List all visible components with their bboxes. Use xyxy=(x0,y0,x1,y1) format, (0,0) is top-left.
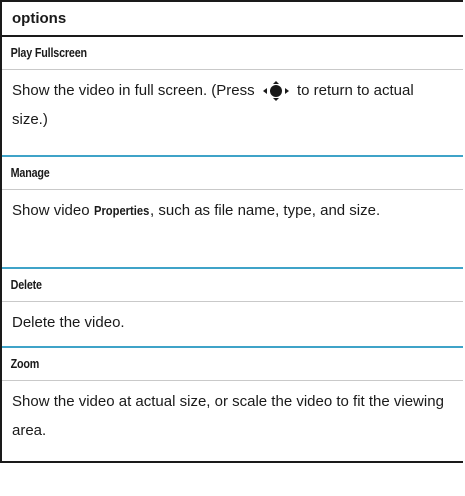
option-title: Play Fullscreen xyxy=(10,46,87,60)
option-title: Delete xyxy=(10,278,42,292)
option-row-title-play-fullscreen: Play Fullscreen xyxy=(2,37,463,70)
option-title: Manage xyxy=(10,166,50,180)
option-row-desc-delete: Delete the video. xyxy=(2,302,463,348)
option-keyword: Properties xyxy=(93,203,150,218)
option-row-desc-zoom: Show the video at actual size, or scale … xyxy=(2,381,463,463)
nav-key-icon xyxy=(262,81,289,102)
option-desc-text: Delete the video. xyxy=(12,314,125,331)
option-desc-text: Show video xyxy=(12,202,94,219)
table-header: options xyxy=(2,0,463,37)
table-header-title: options xyxy=(12,10,67,27)
option-title: Zoom xyxy=(10,357,40,371)
option-row-title-zoom: Zoom xyxy=(2,348,463,381)
option-desc-text: , such as file name, type, and size. xyxy=(150,202,381,219)
option-row-title-delete: Delete xyxy=(2,269,463,302)
option-row-desc-manage: Show video Properties, such as file name… xyxy=(2,190,463,269)
option-desc-text: Show the video in full screen. (Press xyxy=(12,82,259,99)
option-desc-text: Show the video at actual size, or scale … xyxy=(12,393,444,439)
option-row-title-manage: Manage xyxy=(2,157,463,190)
options-table: options Play Fullscreen Show the video i… xyxy=(0,0,463,463)
option-row-desc-play-fullscreen: Show the video in full screen. (Press to… xyxy=(2,70,463,157)
